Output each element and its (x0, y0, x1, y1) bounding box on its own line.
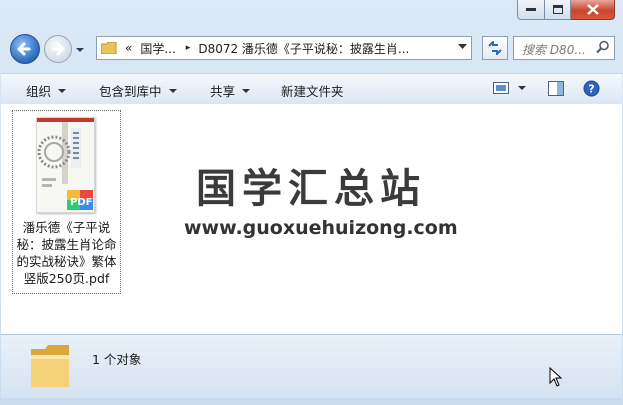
file-name-line: 的实战秘诀》繁体 (16, 254, 117, 269)
breadcrumb-overflow[interactable]: « (125, 41, 132, 55)
close-button[interactable] (571, 0, 615, 20)
chevron-down-icon (58, 88, 67, 93)
recent-pages-dropdown[interactable] (75, 44, 85, 58)
new-folder-button[interactable]: 新建文件夹 (281, 81, 344, 100)
minimize-icon (526, 7, 536, 11)
pdf-badge: PDF (70, 197, 93, 208)
svg-text:?: ? (588, 83, 594, 96)
file-name-line: 竖版250页.pdf (23, 271, 110, 286)
chevron-down-icon (168, 88, 177, 93)
breadcrumb: « 国学... ▸ D8072 潘乐德《子平说秘：披露生肖... (117, 40, 409, 57)
include-in-library-menu[interactable]: 包含到库中 (99, 81, 177, 100)
share-label: 共享 (210, 84, 236, 99)
include-in-library-label: 包含到库中 (99, 84, 162, 99)
file-item[interactable]: PDF 潘乐德《子平说 秘：披露生肖论命 的实战秘诀》繁体 竖版250页.pdf (12, 110, 121, 294)
close-icon (586, 4, 599, 15)
breadcrumb-item-current[interactable]: D8072 潘乐德《子平说秘：披露生肖... (198, 40, 409, 57)
forward-arrow-icon (51, 42, 65, 56)
refresh-button[interactable] (482, 36, 508, 60)
maximize-icon (552, 5, 563, 14)
preview-pane-icon (548, 81, 564, 96)
command-bar: 组织 包含到库中 共享 新建文件夹 ? (1, 73, 622, 105)
explorer-window: « 国学... ▸ D8072 潘乐德《子平说秘：披露生肖... 搜索 D80.… (0, 0, 623, 405)
address-dropdown-icon[interactable] (458, 43, 467, 50)
file-name[interactable]: 潘乐德《子平说 秘：披露生肖论命 的实战秘诀》繁体 竖版250页.pdf (14, 219, 119, 287)
chevron-down-icon (518, 86, 526, 90)
maximize-button[interactable] (545, 0, 571, 20)
new-folder-label: 新建文件夹 (281, 84, 344, 99)
view-options-icon (493, 82, 509, 94)
forward-button[interactable] (44, 35, 72, 63)
file-list-pane[interactable]: PDF 潘乐德《子平说 秘：披露生肖论命 的实战秘诀》繁体 竖版250页.pdf… (1, 104, 622, 334)
folder-large-icon (31, 345, 69, 387)
organize-label: 组织 (26, 84, 52, 99)
help-icon: ? (583, 80, 600, 97)
share-menu[interactable]: 共享 (210, 81, 251, 100)
breadcrumb-item-guoxue[interactable]: 国学... (140, 40, 175, 57)
mouse-cursor-icon (549, 367, 563, 387)
watermark-title: 国学汇总站 (196, 166, 426, 212)
breadcrumb-separator[interactable]: ▸ (186, 43, 191, 53)
search-placeholder: 搜索 D80... (522, 43, 586, 57)
preview-pane-button[interactable] (548, 81, 564, 96)
organize-menu[interactable]: 组织 (26, 81, 67, 100)
chevron-down-icon (242, 88, 251, 93)
file-name-line: 秘：披露生肖论命 (16, 237, 117, 252)
details-pane: 1 个对象 (1, 334, 622, 398)
item-count: 1 个对象 (92, 352, 142, 367)
refresh-icon (488, 41, 502, 55)
watermark-url: www.guoxuehuizong.com (184, 217, 458, 239)
search-input[interactable]: 搜索 D80... (513, 36, 615, 60)
change-view-button[interactable] (493, 82, 526, 94)
caption-buttons (517, 0, 615, 20)
help-button[interactable]: ? (583, 80, 600, 97)
chevron-down-icon (76, 48, 84, 52)
back-arrow-icon (17, 42, 31, 56)
folder-icon (101, 42, 117, 54)
back-button[interactable] (10, 34, 40, 64)
address-bar[interactable]: « 国学... ▸ D8072 潘乐德《子平说秘：披露生肖... (96, 36, 472, 60)
navigation-bar: « 国学... ▸ D8072 潘乐德《子平说秘：披露生肖... 搜索 D80.… (8, 30, 615, 64)
minimize-button[interactable] (517, 0, 545, 20)
search-icon[interactable] (596, 40, 610, 54)
file-name-line: 潘乐德《子平说 (22, 220, 111, 235)
pdf-thumbnail: PDF (36, 117, 95, 213)
